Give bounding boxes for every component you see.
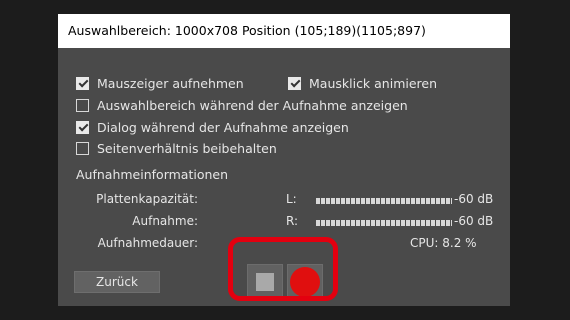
record-icon — [290, 267, 320, 297]
mausklick-checkbox[interactable] — [288, 76, 301, 90]
auswahlbereich-label: Auswahlbereich während der Aufnahme anze… — [97, 97, 408, 113]
dialog-checkbox[interactable] — [76, 120, 89, 134]
plattenkapazitaet-label: Plattenkapazität: — [96, 192, 198, 206]
window-title: Auswahlbereich: 1000x708 Position (105;1… — [58, 14, 510, 48]
record-button[interactable] — [287, 264, 323, 300]
level-meter-r — [316, 220, 452, 226]
stop-button[interactable] — [247, 264, 283, 300]
dialog-body: Mauszeiger aufnehmen Mausklick animieren… — [58, 48, 510, 306]
cpu-usage: CPU: 8.2 % — [410, 236, 477, 250]
channel-l-label: L: — [286, 192, 297, 206]
back-button[interactable]: Zurück — [74, 271, 160, 293]
dialog-label: Dialog während der Aufnahme anzeigen — [97, 119, 349, 135]
stop-icon — [256, 273, 274, 291]
mauszeiger-checkbox[interactable] — [76, 76, 89, 90]
aufnahmedauer-label: Aufnahmedauer: — [97, 236, 198, 250]
aufnahme-label: Aufnahme: — [132, 214, 198, 228]
option-mauszeiger[interactable]: Mauszeiger aufnehmen — [76, 74, 244, 92]
seitenverhaeltnis-checkbox[interactable] — [76, 141, 89, 155]
mauszeiger-label: Mauszeiger aufnehmen — [97, 75, 244, 91]
option-dialog[interactable]: Dialog während der Aufnahme anzeigen — [76, 118, 349, 136]
level-l-value: -60 dB — [454, 192, 494, 206]
mausklick-label: Mausklick animieren — [309, 75, 438, 91]
option-auswahlbereich[interactable]: Auswahlbereich während der Aufnahme anze… — [76, 96, 408, 114]
channel-r-label: R: — [286, 214, 299, 228]
option-seitenverhaeltnis[interactable]: Seitenverhältnis beibehalten — [76, 139, 277, 157]
option-mausklick[interactable]: Mausklick animieren — [288, 74, 437, 92]
level-meter-l — [316, 198, 452, 204]
auswahlbereich-checkbox[interactable] — [76, 98, 89, 112]
recording-dialog: Auswahlbereich: 1000x708 Position (105;1… — [58, 14, 510, 306]
seitenverhaeltnis-label: Seitenverhältnis beibehalten — [97, 140, 277, 156]
level-r-value: -60 dB — [454, 214, 494, 228]
section-title-aufnahmeinformationen: Aufnahmeinformationen — [76, 167, 229, 182]
